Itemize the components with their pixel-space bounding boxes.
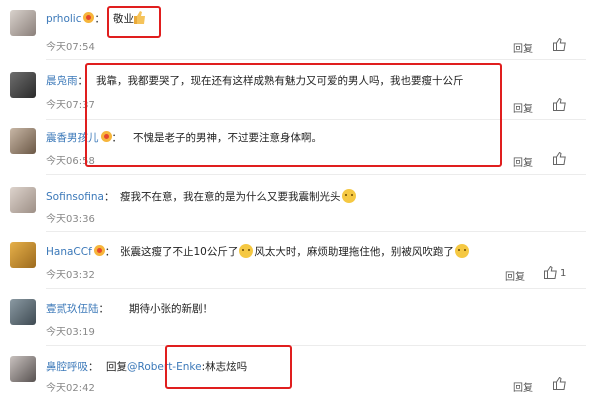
highlight-box [107,6,161,38]
username[interactable]: 壹贰玖伍陆 [46,303,99,315]
username[interactable]: 晨凫雨 [46,75,78,87]
divider [46,174,586,175]
comment-text: 瘦我不在意，我在意的是为什么又要我震制光头 [120,189,357,204]
divider [46,231,586,232]
like-icon[interactable] [544,266,557,279]
reply-button[interactable]: 回复 [513,154,533,169]
avatar[interactable] [10,242,36,268]
timestamp: 今天03:36 [46,214,95,225]
highlight-box [85,63,502,167]
username[interactable]: HanaCCf [46,246,92,258]
avatar[interactable] [10,72,36,98]
laugh-emoji-icon [239,244,254,258]
comment-text: 张震这瘦了不止10公斤了 风太大时，麻烦助理拖住他，别被风吹跑了 [120,244,470,259]
like-icon[interactable] [553,377,566,390]
divider [46,288,586,289]
highlight-box [165,345,292,389]
smirk-emoji-icon [341,189,356,203]
timestamp: 今天02:42 [46,383,95,394]
like-count: 1 [560,268,567,279]
timestamp: 今天03:32 [46,270,95,281]
reply-button[interactable]: 回复 [513,379,533,394]
timestamp: 今天03:19 [46,327,95,338]
avatar[interactable] [10,187,36,213]
avatar[interactable] [10,128,36,154]
vip-badge-icon [83,12,95,23]
like-icon[interactable] [553,98,566,111]
divider [46,59,586,60]
comment-text: 期待小张的新剧！ [129,303,213,315]
reply-button[interactable]: 回复 [513,100,533,115]
username[interactable]: Sofinsofina [46,191,104,203]
giggle-emoji-icon [454,244,469,258]
reply-button[interactable]: 回复 [505,268,525,283]
timestamp: 今天07:54 [46,42,95,53]
like-icon[interactable] [553,38,566,51]
username[interactable]: prholic [46,13,81,25]
reply-button[interactable]: 回复 [513,40,533,55]
avatar[interactable] [10,356,36,382]
like-icon[interactable] [553,152,566,165]
vip-badge-icon [93,245,105,256]
username[interactable]: 鼻腔呼吸 [46,361,88,373]
avatar[interactable] [10,299,36,325]
divider [46,345,586,346]
avatar[interactable] [10,10,36,36]
